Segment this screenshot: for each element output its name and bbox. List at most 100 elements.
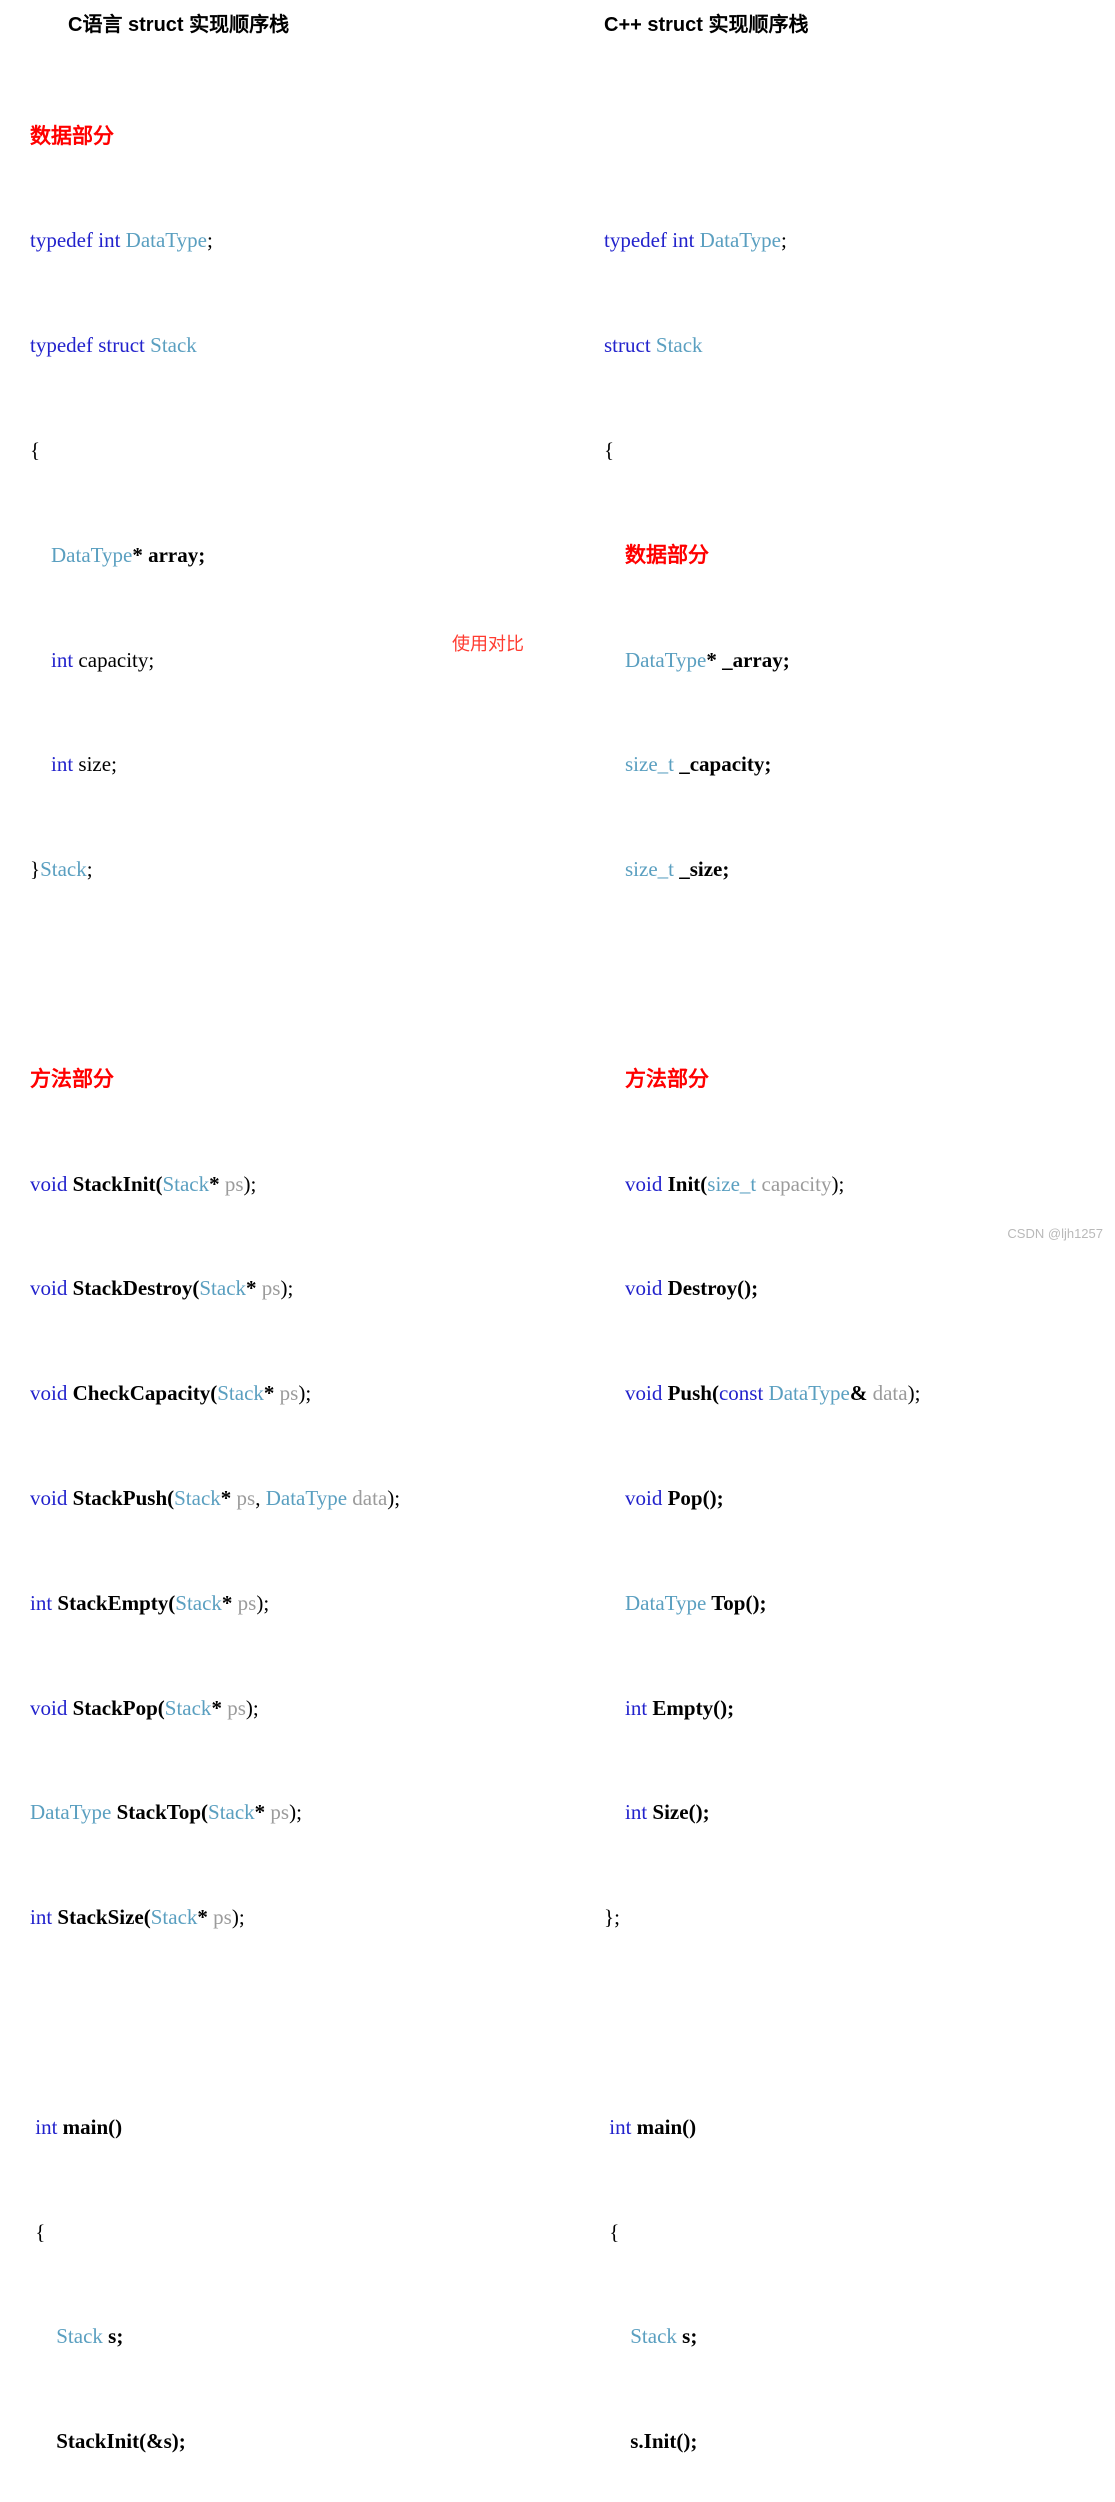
- tail: );: [907, 1381, 921, 1406]
- compare-label: 使用对比: [452, 634, 524, 654]
- right-struct-close: };: [604, 1904, 920, 1930]
- tail: );: [280, 1276, 294, 1301]
- param-name: ps: [227, 1695, 246, 1720]
- left-main-stack-decl: Stack s;: [30, 2323, 400, 2349]
- member-array: * _array;: [706, 647, 790, 672]
- right-decl-destroy: void Destroy();: [604, 1275, 920, 1301]
- param-name: ps: [213, 1905, 232, 1930]
- type-stack: Stack: [630, 2324, 677, 2349]
- semicolon: ;: [86, 857, 93, 882]
- left-close-brace-line: }Stack;: [30, 856, 400, 882]
- left-main-signature: int main(): [30, 2114, 400, 2140]
- function-name: Destroy();: [662, 1276, 759, 1301]
- type-datatype: DataType: [699, 228, 781, 253]
- param-name: data: [872, 1381, 908, 1406]
- left-member-size-line: int size;: [30, 751, 400, 777]
- kw-int: int: [35, 2114, 58, 2139]
- tail: );: [245, 1695, 259, 1720]
- return-type: int: [30, 1590, 53, 1615]
- call-init: s.Init();: [630, 2429, 698, 2454]
- open-brace: {: [604, 438, 615, 462]
- pointer-star: *: [254, 1800, 271, 1825]
- comma: ,: [255, 1485, 266, 1510]
- right-decl-size: int Size();: [604, 1799, 920, 1825]
- right-method-heading-line: 方法部分: [604, 1066, 920, 1092]
- kw-typedef: typedef: [604, 228, 667, 253]
- type-stack: Stack: [56, 2324, 103, 2349]
- member-size: size;: [73, 752, 117, 777]
- type-stack: Stack: [150, 333, 197, 358]
- param-type: Stack: [217, 1381, 264, 1406]
- pointer-star: *: [263, 1381, 280, 1406]
- param-name: ps: [236, 1485, 256, 1510]
- pointer-star: *: [220, 1485, 237, 1510]
- left-decl-checkcapacity: void CheckCapacity(Stack* ps);: [30, 1380, 400, 1406]
- return-type: void: [30, 1276, 68, 1301]
- function-name: StackPush(: [67, 1485, 175, 1510]
- var-s: s;: [102, 2324, 124, 2349]
- return-type: void: [30, 1695, 68, 1720]
- right-open-brace-line: {: [604, 437, 920, 463]
- function-name: StackTop(: [111, 1800, 209, 1825]
- right-data-heading-line: 数据部分: [604, 542, 920, 568]
- tail: );: [387, 1485, 401, 1510]
- function-name: Pop();: [662, 1485, 724, 1510]
- member-capacity: _capacity;: [673, 752, 772, 777]
- right-member-array-line: DataType* _array;: [604, 647, 920, 673]
- pointer-star: *: [211, 1695, 228, 1720]
- right-decl-init: void Init(size_t capacity);: [604, 1171, 920, 1197]
- function-name: StackPop(: [67, 1695, 165, 1720]
- function-name: Empty();: [647, 1695, 735, 1720]
- left-decl-stackempty: int StackEmpty(Stack* ps);: [30, 1590, 400, 1616]
- return-type: void: [625, 1381, 663, 1406]
- left-decl-stackpush: void StackPush(Stack* ps, DataType data)…: [30, 1485, 400, 1511]
- right-struct-line: struct Stack: [604, 332, 920, 358]
- right-main-open: {: [604, 2219, 920, 2245]
- kw-struct: struct: [98, 333, 145, 358]
- pointer-star: *: [197, 1905, 214, 1930]
- left-main-open: {: [30, 2219, 400, 2245]
- left-decl-stacktop: DataType StackTop(Stack* ps);: [30, 1799, 400, 1825]
- left-open-brace-line: {: [30, 437, 400, 463]
- kw-int: int: [609, 2114, 632, 2139]
- return-type: void: [30, 1381, 68, 1406]
- return-type: void: [625, 1171, 663, 1196]
- main-name: main(): [631, 2114, 697, 2139]
- function-name: Init(: [662, 1171, 708, 1196]
- return-type: void: [625, 1276, 663, 1301]
- param-type: Stack: [199, 1276, 247, 1301]
- param-name: ps: [261, 1276, 281, 1301]
- left-decl-stackdestroy: void StackDestroy(Stack* ps);: [30, 1275, 400, 1301]
- right-panel-title: C++ struct 实现顺序栈: [604, 14, 809, 36]
- right-code-block: typedef int DataType; struct Stack { 数据部…: [604, 44, 920, 2502]
- left-panel: C语言 struct 实现顺序栈 数据部分 typedef int DataTy…: [0, 0, 580, 2453]
- kw-int: int: [672, 228, 695, 253]
- member-size: _size;: [673, 857, 730, 882]
- tail: );: [231, 1905, 245, 1930]
- return-type: void: [30, 1171, 68, 1196]
- left-data-heading: 数据部分: [30, 123, 114, 148]
- tail: );: [289, 1800, 302, 1825]
- function-name: StackDestroy(: [67, 1276, 200, 1301]
- param-type: Stack: [150, 1905, 198, 1930]
- param-name: ps: [237, 1590, 257, 1615]
- param-type: DataType: [768, 1381, 850, 1406]
- left-decl-stackinit: void StackInit(Stack* ps);: [30, 1171, 400, 1197]
- tail: );: [243, 1171, 257, 1196]
- param2-name: data: [352, 1485, 388, 1510]
- function-name: Push(: [662, 1381, 719, 1406]
- right-member-capacity-line: size_t _capacity;: [604, 751, 920, 777]
- type-stack: Stack: [655, 333, 703, 358]
- param-type: Stack: [208, 1800, 255, 1825]
- kw-int: int: [98, 228, 121, 253]
- var-s: s;: [676, 2324, 698, 2349]
- right-main-init: s.Init();: [604, 2428, 920, 2454]
- pointer-star: *: [209, 1171, 225, 1196]
- pointer-star: *: [246, 1276, 262, 1301]
- type-stack: Stack: [40, 857, 87, 882]
- left-method-heading-line: 方法部分: [30, 1066, 400, 1092]
- right-member-size-line: size_t _size;: [604, 856, 920, 882]
- kw-typedef: typedef: [30, 333, 93, 358]
